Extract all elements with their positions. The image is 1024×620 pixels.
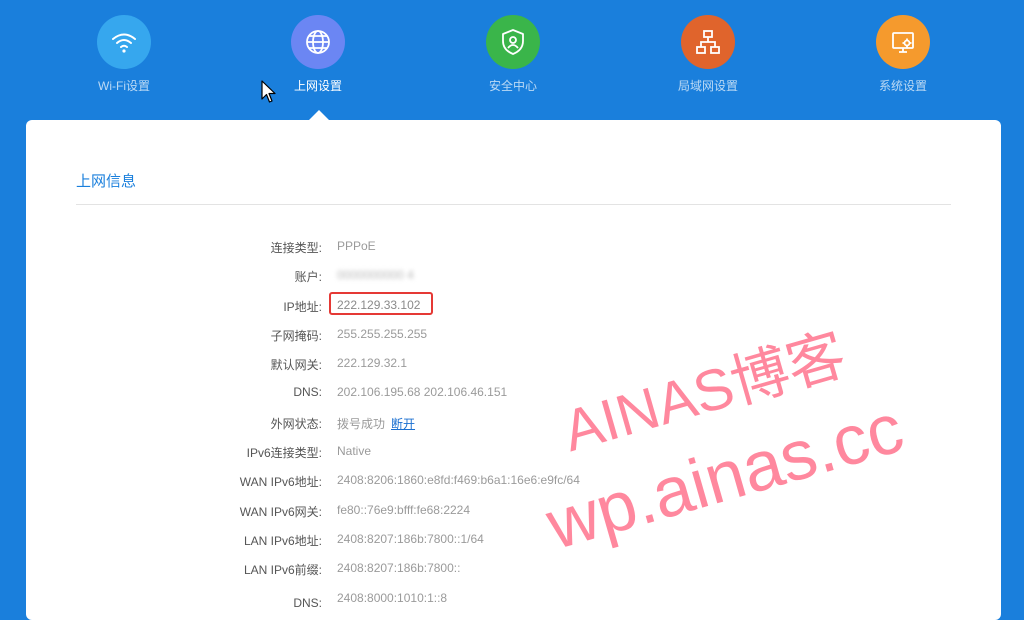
nav-item-lan-settings[interactable]: 局域网设置	[638, 15, 778, 94]
info-value: 222.129.32.1	[337, 356, 408, 371]
info-row-connection-type: 连接类型: PPPoE	[26, 236, 1001, 265]
divider	[76, 204, 951, 205]
ip-highlight-box	[329, 292, 433, 315]
nav-item-security-center[interactable]: 安全中心	[443, 15, 583, 94]
info-label: IP地址:	[283, 299, 322, 314]
info-row-ip-address: IP地址: 222.129.33.102	[26, 295, 1001, 324]
info-row-lan-ipv6-prefix: LAN IPv6前缀: 2408:8207:186b:7800::	[26, 558, 1001, 587]
info-label: 子网掩码:	[270, 328, 322, 343]
info-label: DNS:	[293, 385, 322, 400]
disconnect-link[interactable]: 断开	[391, 417, 415, 431]
top-navigation: Wi-Fi设置 上网设置 安全中心 局域网设置 系统设置	[0, 0, 1024, 120]
info-label: WAN IPv6地址:	[239, 475, 322, 490]
globe-icon	[291, 15, 345, 69]
nav-label: Wi-Fi设置	[98, 79, 150, 93]
internet-info-card: 上网信息 连接类型: PPPoE 账户: 0000000000 4 IP地址: …	[26, 120, 1001, 620]
info-row-wan-ipv6-gateway: WAN IPv6网关: fe80::76e9:bfff:fe68:2224	[26, 500, 1001, 529]
info-row-ipv6-dns: DNS: 2408:8000:1010:1::8	[26, 588, 1001, 617]
info-value: 2408:8000:1010:1::8	[337, 590, 448, 605]
nav-item-wifi-settings[interactable]: Wi-Fi设置	[54, 15, 194, 94]
info-label: 外网状态:	[270, 416, 322, 431]
mouse-cursor-icon	[261, 80, 276, 103]
info-value: PPPoE	[337, 239, 376, 253]
info-value: 255.255.255.255	[337, 326, 428, 341]
info-value: 2408:8207:186b:7800::	[337, 561, 461, 576]
network-icon	[681, 15, 735, 69]
nav-label: 系统设置	[878, 79, 927, 93]
nav-label: 安全中心	[488, 79, 537, 93]
nav-label: 局域网设置	[677, 79, 738, 93]
wan-status-text: 拨号成功	[337, 416, 386, 431]
info-value: fe80::76e9:bfff:fe68:2224	[337, 502, 471, 517]
info-label: 连接类型:	[270, 241, 322, 255]
info-row-subnet-mask: 子网掩码: 255.255.255.255	[26, 324, 1001, 353]
nav-item-system-settings[interactable]: 系统设置	[833, 15, 973, 94]
info-label: LAN IPv6地址:	[243, 533, 322, 548]
info-label: LAN IPv6前缀:	[243, 563, 322, 578]
info-row-account: 账户: 0000000000 4	[26, 265, 1001, 294]
settings-screen-icon	[876, 15, 930, 69]
info-value: 202.106.195.68 202.106.46.151	[337, 385, 508, 400]
section-title: 上网信息	[76, 173, 137, 190]
info-value-group: 拨号成功 断开	[337, 415, 415, 432]
info-label: IPv6连接类型:	[246, 446, 322, 461]
shield-user-icon	[486, 15, 540, 69]
active-tab-pointer	[309, 110, 329, 120]
info-value: Native	[337, 444, 372, 459]
info-row-default-gateway: 默认网关: 222.129.32.1	[26, 353, 1001, 382]
info-row-lan-ipv6-address: LAN IPv6地址: 2408:8207:186b:7800::1/64	[26, 529, 1001, 558]
info-value-redacted: 0000000000 4	[337, 268, 414, 283]
info-label: 账户:	[294, 270, 322, 285]
info-label: WAN IPv6网关:	[239, 504, 322, 519]
wifi-icon	[97, 15, 151, 69]
info-value: 2408:8207:186b:7800::1/64	[337, 531, 484, 546]
info-label: 默认网关:	[270, 358, 322, 373]
